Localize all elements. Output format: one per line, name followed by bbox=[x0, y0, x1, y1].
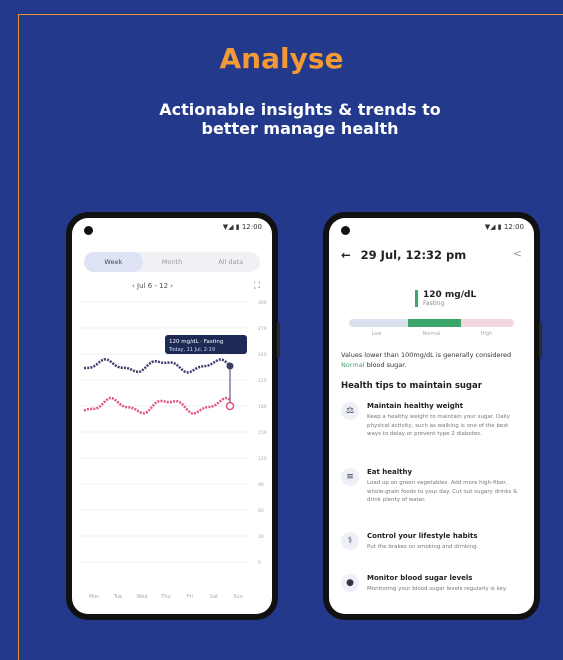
x-axis-labels: Mon Tue Wed Thu Fri Sat Sun bbox=[89, 594, 243, 600]
expand-icon[interactable]: ⛶ bbox=[254, 281, 260, 291]
tab-week[interactable]: Week bbox=[84, 252, 143, 272]
tip-title: Control your lifestyle habits bbox=[367, 532, 478, 540]
food-icon: ≡ bbox=[341, 468, 359, 486]
range-labels: Low Normal High bbox=[349, 331, 514, 337]
phone-left-screen: ▼◢ ▮ 12:00 Week Month All data ‹ Jul 6 -… bbox=[72, 218, 272, 614]
page-subtitle: Actionable insights & trends to better m… bbox=[159, 100, 441, 138]
trend-chart: 3002702402101801501209060300 120 mg/dL ·… bbox=[80, 300, 267, 600]
y-tick-label: 270 bbox=[258, 326, 267, 332]
range-label-low: Low bbox=[371, 331, 382, 337]
tip-title: Eat healthy bbox=[367, 468, 413, 476]
y-tick-label: 0 bbox=[258, 560, 261, 566]
tips-title: Health tips to maintain sugar bbox=[341, 381, 482, 391]
y-tick-label: 30 bbox=[258, 534, 264, 540]
series-line-top bbox=[83, 358, 231, 374]
tip-desc: Monitoring your blood sugar levels regul… bbox=[367, 586, 508, 592]
period-tabs: Week Month All data bbox=[84, 252, 260, 272]
reading-header: ← 29 Jul, 12:32 pm bbox=[341, 248, 466, 262]
monitor-icon: ● bbox=[341, 574, 359, 592]
x-tick-label: Sun bbox=[233, 594, 243, 600]
y-axis-labels: 3002702402101801501209060300 bbox=[258, 300, 267, 566]
x-tick-label: Tue bbox=[113, 594, 123, 600]
tooltip-line2: Today, 11 Jul, 2:19 bbox=[168, 347, 215, 353]
y-tick-label: 90 bbox=[258, 482, 264, 488]
y-tick-label: 60 bbox=[258, 508, 264, 514]
range-high bbox=[460, 319, 514, 327]
tip-desc: Load up on green vegetables. Add more hi… bbox=[367, 480, 518, 503]
tip-desc: Put the brakes on smoking and drinking. bbox=[367, 544, 479, 550]
y-tick-label: 150 bbox=[258, 430, 267, 436]
camera-dot bbox=[84, 226, 93, 235]
page-title: Analyse bbox=[219, 42, 344, 75]
status-icons: ▼◢ ▮ 12:00 bbox=[222, 223, 262, 231]
selected-point-bottom bbox=[225, 401, 235, 411]
note-text-end: blood sugar. bbox=[364, 361, 407, 369]
reading-datetime: 29 Jul, 12:32 pm bbox=[360, 248, 467, 262]
range-normal bbox=[407, 319, 461, 327]
side-button bbox=[539, 322, 542, 358]
note-text: Values lower than 100mg/dL is generally … bbox=[341, 351, 512, 359]
share-icon[interactable]: < bbox=[513, 247, 522, 260]
x-tick-label: Fri bbox=[187, 594, 193, 600]
tooltip-line1: 120 mg/dL · Fasting bbox=[169, 339, 223, 345]
back-icon[interactable]: ← bbox=[341, 248, 351, 262]
y-tick-label: 120 bbox=[258, 456, 267, 462]
selected-point-top bbox=[226, 362, 234, 370]
phone-right: ▼◢ ▮ 12:00 ← 29 Jul, 12:32 pm < 120 mg/d… bbox=[323, 212, 542, 620]
lifestyle-icon: ⚕ bbox=[341, 532, 359, 550]
y-tick-label: 300 bbox=[258, 300, 267, 306]
y-tick-label: 210 bbox=[258, 378, 267, 384]
tab-month[interactable]: Month bbox=[143, 252, 202, 272]
range-note: Values lower than 100mg/dL is generally … bbox=[341, 350, 522, 370]
x-tick-label: Thu bbox=[160, 594, 170, 600]
x-tick-label: Sat bbox=[210, 594, 218, 600]
reading-value: 120 mg/dL bbox=[423, 290, 477, 300]
range-label-high: High bbox=[480, 331, 493, 337]
reading-context: Fasting bbox=[423, 300, 445, 307]
y-tick-label: 180 bbox=[258, 404, 267, 410]
tip-title: Maintain healthy weight bbox=[367, 402, 464, 410]
tip-desc: Keep a healthy weight to maintain your s… bbox=[367, 414, 510, 437]
tab-all-data[interactable]: All data bbox=[201, 252, 260, 272]
range-low bbox=[349, 319, 408, 327]
status-bar: ▼◢ ▮ 12:00 bbox=[329, 218, 534, 236]
status-icons: ▼◢ ▮ 12:00 bbox=[484, 223, 524, 231]
side-button bbox=[277, 322, 280, 358]
camera-dot bbox=[341, 226, 350, 235]
note-highlight: Normal bbox=[341, 361, 365, 369]
phone-right-screen: ▼◢ ▮ 12:00 ← 29 Jul, 12:32 pm < 120 mg/d… bbox=[329, 218, 534, 614]
x-tick-label: Wed bbox=[137, 594, 148, 600]
range-label-normal: Normal bbox=[422, 331, 441, 337]
phone-left: ▼◢ ▮ 12:00 Week Month All data ‹ Jul 6 -… bbox=[66, 212, 280, 620]
scale-icon: ⚖ bbox=[341, 402, 359, 420]
date-range-nav[interactable]: ‹ Jul 6 - 12 › bbox=[132, 282, 173, 290]
y-tick-label: 240 bbox=[258, 352, 267, 358]
range-bar bbox=[349, 319, 514, 327]
x-tick-label: Mon bbox=[89, 594, 100, 600]
tip-title: Monitor blood sugar levels bbox=[367, 574, 473, 582]
reading-value-block: 120 mg/dL Fasting bbox=[415, 290, 476, 307]
status-bar: ▼◢ ▮ 12:00 bbox=[72, 218, 272, 236]
